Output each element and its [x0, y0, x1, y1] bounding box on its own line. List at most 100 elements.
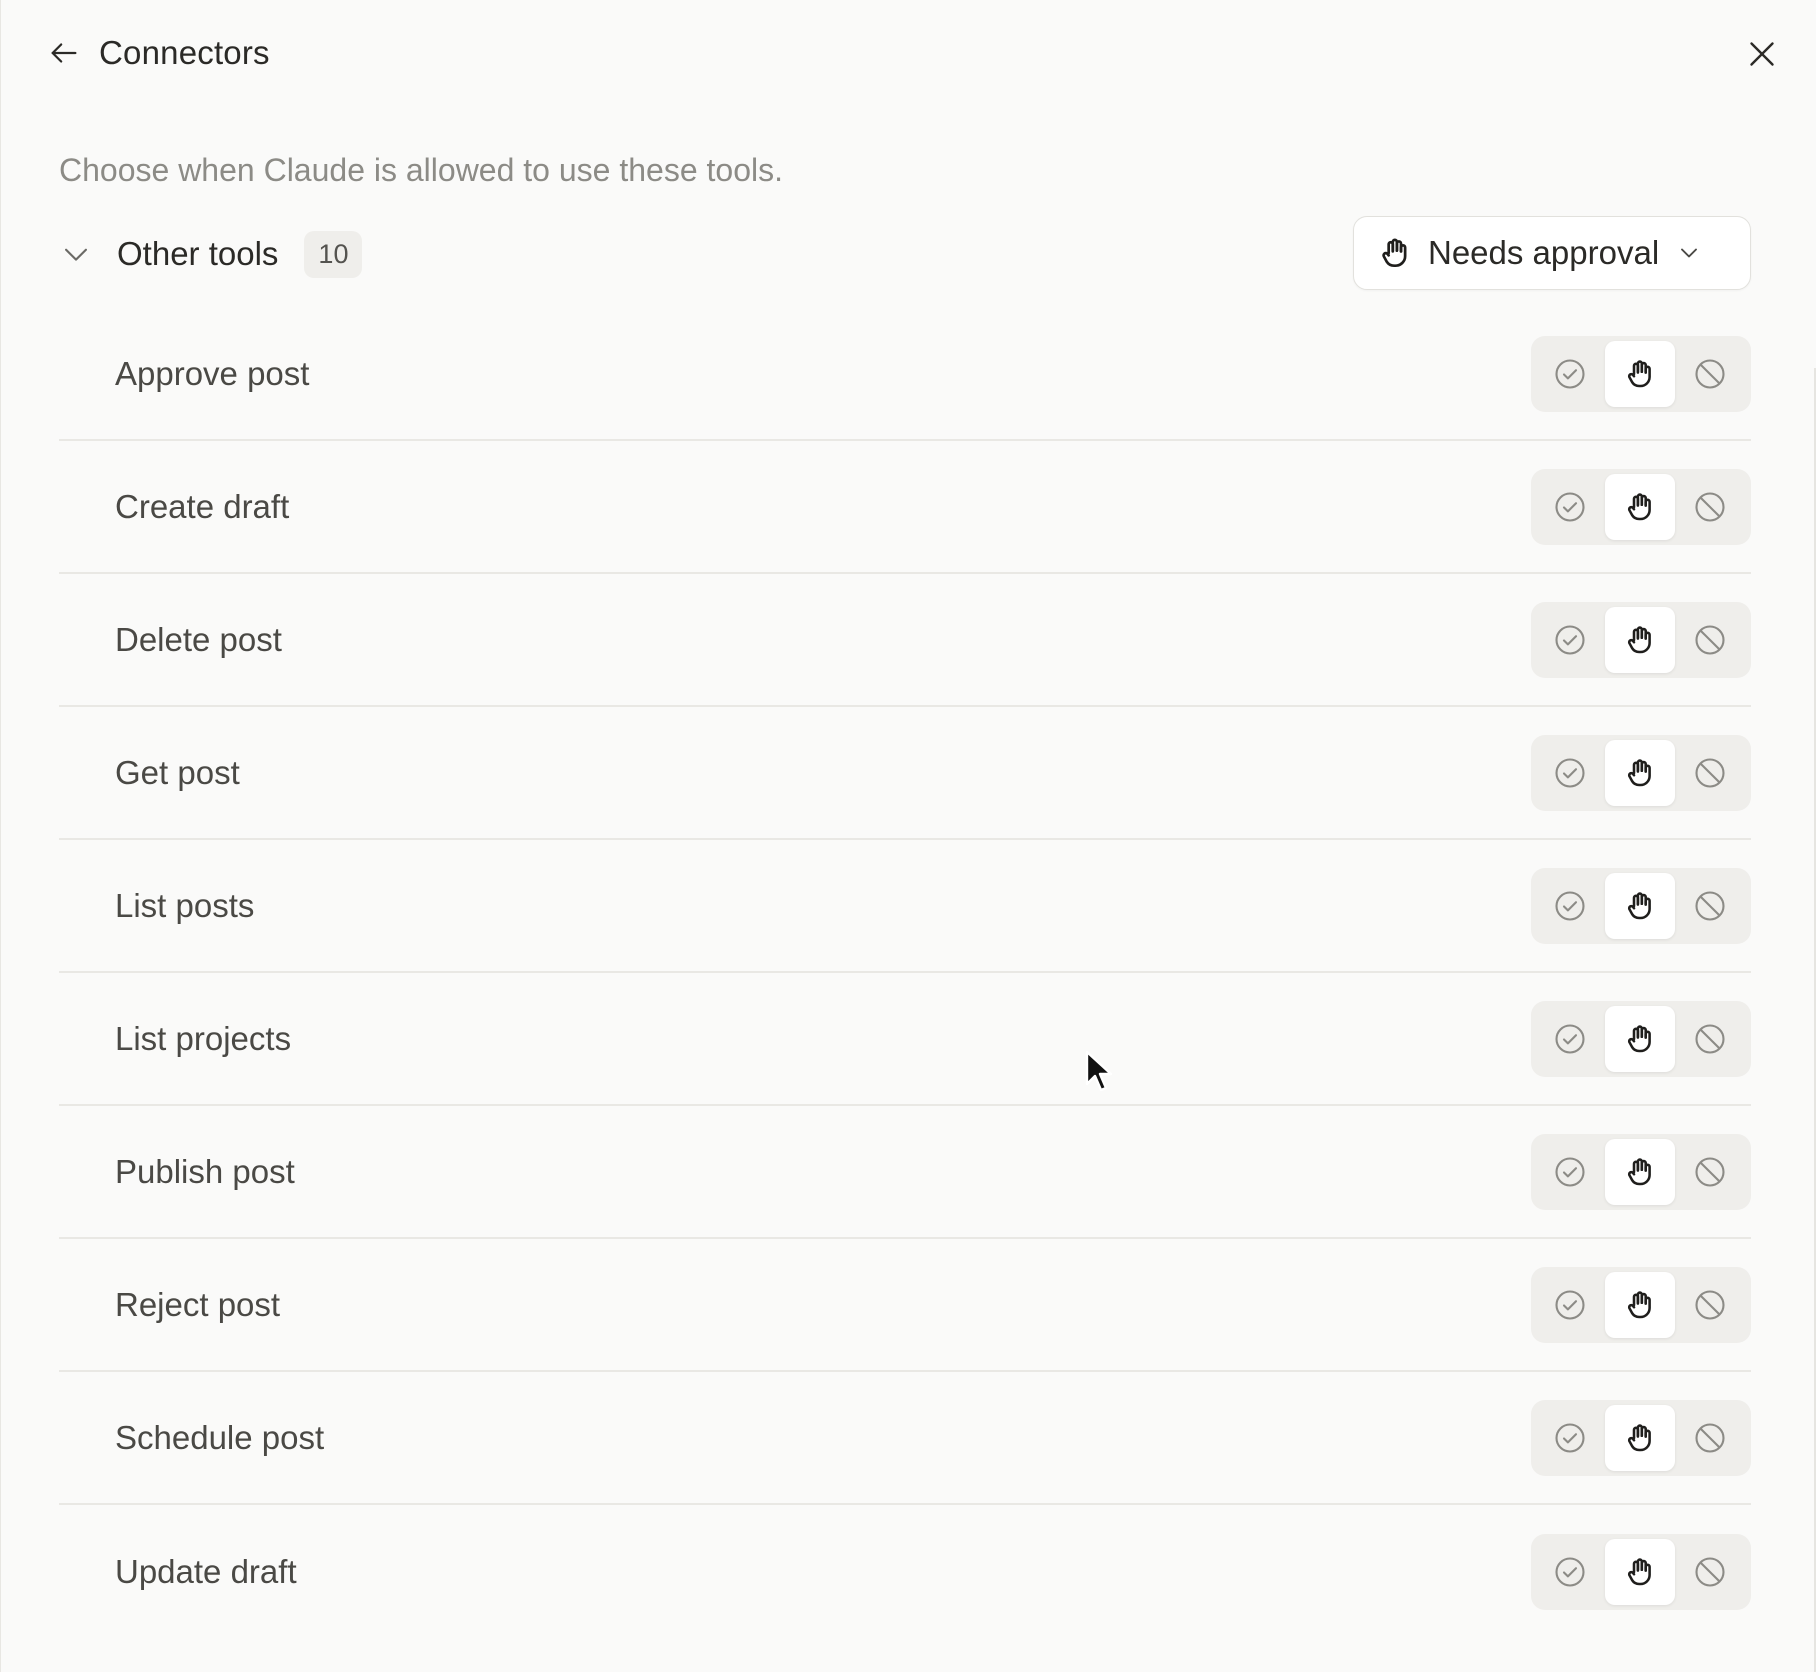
permission-needs-approval-button[interactable]: [1605, 739, 1675, 806]
block-icon: [1695, 491, 1725, 522]
permission-blocked-button[interactable]: [1675, 341, 1745, 407]
tool-row: Create draft: [59, 441, 1751, 574]
permission-always-allow-button[interactable]: [1535, 1006, 1605, 1072]
tool-row: Update draft: [59, 1505, 1751, 1638]
permission-always-allow-button[interactable]: [1535, 607, 1605, 673]
permission-always-allow-button[interactable]: [1535, 1272, 1605, 1338]
tool-row: Schedule post: [59, 1372, 1751, 1505]
group-label: Other tools: [117, 235, 279, 272]
permission-blocked-button[interactable]: [1675, 474, 1745, 540]
check-circle-icon: [1555, 1422, 1585, 1453]
tool-row: Delete post: [59, 574, 1751, 707]
tool-row: Reject post: [59, 1239, 1751, 1372]
tool-name: Update draft: [115, 1552, 297, 1590]
permission-needs-approval-button[interactable]: [1605, 1404, 1675, 1471]
check-circle-icon: [1555, 890, 1585, 921]
block-icon: [1695, 890, 1725, 921]
tool-group-header: Other tools 10 Needs approval: [59, 214, 1751, 294]
hand-icon: [1627, 1557, 1651, 1585]
arrow-left-icon: [51, 43, 77, 63]
tool-name: Get post: [115, 753, 240, 791]
close-button[interactable]: [1744, 36, 1780, 72]
permission-blocked-button[interactable]: [1675, 1006, 1745, 1072]
group-collapse-toggle[interactable]: Other tools 10: [59, 214, 363, 294]
permission-blocked-button[interactable]: [1675, 607, 1745, 673]
hand-icon: [1627, 758, 1651, 786]
block-icon: [1695, 1023, 1725, 1054]
tool-name: Publish post: [115, 1152, 295, 1190]
permission-needs-approval-button[interactable]: [1605, 473, 1675, 540]
connectors-panel: Connectors Choose when Claude is allowed…: [0, 0, 1816, 1672]
block-icon: [1695, 1422, 1725, 1453]
permission-blocked-button[interactable]: [1675, 740, 1745, 806]
panel-header: Connectors: [1, 0, 1816, 112]
permission-needs-approval-button[interactable]: [1605, 606, 1675, 673]
check-circle-icon: [1555, 757, 1585, 788]
back-button[interactable]: Connectors: [47, 34, 270, 72]
hand-icon: [1627, 1290, 1651, 1318]
check-circle-icon: [1555, 358, 1585, 389]
tool-row: Approve post: [59, 308, 1751, 441]
permission-segmented-control: [1531, 1266, 1751, 1343]
tool-row: Get post: [59, 707, 1751, 840]
permission-segmented-control: [1531, 1133, 1751, 1210]
permission-always-allow-button[interactable]: [1535, 1139, 1605, 1205]
permission-always-allow-button[interactable]: [1535, 873, 1605, 939]
permission-always-allow-button[interactable]: [1535, 1405, 1605, 1471]
permission-blocked-button[interactable]: [1675, 1405, 1745, 1471]
permission-needs-approval-button[interactable]: [1605, 1138, 1675, 1205]
tool-name: Approve post: [115, 354, 310, 392]
permission-segmented-control: [1531, 1000, 1751, 1077]
permission-blocked-button[interactable]: [1675, 1539, 1745, 1605]
block-icon: [1695, 624, 1725, 655]
permission-needs-approval-button[interactable]: [1605, 1005, 1675, 1072]
permission-blocked-button[interactable]: [1675, 1272, 1745, 1338]
tool-name: Create draft: [115, 487, 290, 525]
permission-always-allow-button[interactable]: [1535, 1539, 1605, 1605]
hand-icon: [1627, 492, 1651, 520]
tool-list: Approve post Create draft Delete post Get p…: [59, 308, 1751, 1638]
check-circle-icon: [1555, 1023, 1585, 1054]
permission-needs-approval-button[interactable]: [1605, 1271, 1675, 1338]
close-icon: [1750, 42, 1774, 66]
tool-name: Schedule post: [115, 1418, 325, 1456]
tool-row: List posts: [59, 840, 1751, 973]
hand-icon: [1627, 891, 1651, 919]
hand-icon: [1627, 1157, 1651, 1185]
check-circle-icon: [1555, 1156, 1585, 1187]
description-text: Choose when Claude is allowed to use the…: [59, 152, 783, 188]
permission-needs-approval-button[interactable]: [1605, 1538, 1675, 1605]
check-circle-icon: [1555, 491, 1585, 522]
permission-segmented-control: [1531, 468, 1751, 545]
chevron-down-icon: [1681, 248, 1698, 258]
permission-segmented-control: [1531, 734, 1751, 811]
block-icon: [1695, 1556, 1725, 1587]
permission-needs-approval-button[interactable]: [1605, 340, 1675, 407]
mouse-cursor-icon: [1085, 1050, 1113, 1092]
chevron-down-icon: [65, 248, 87, 261]
permission-segmented-control: [1531, 335, 1751, 412]
dropdown-selected-value: Needs approval: [1428, 234, 1660, 271]
permission-always-allow-button[interactable]: [1535, 740, 1605, 806]
hand-icon: [1627, 1024, 1651, 1052]
permission-always-allow-button[interactable]: [1535, 474, 1605, 540]
tool-name: Reject post: [115, 1285, 281, 1323]
tool-row: Publish post: [59, 1106, 1751, 1239]
check-circle-icon: [1555, 1556, 1585, 1587]
hand-icon: [1382, 238, 1407, 268]
tool-name: Delete post: [115, 620, 282, 658]
tool-row: List projects: [59, 973, 1751, 1106]
page-title: Connectors: [99, 34, 270, 71]
permission-blocked-button[interactable]: [1675, 1139, 1745, 1205]
block-icon: [1695, 1289, 1725, 1320]
count-badge: 10: [304, 230, 363, 278]
group-permission-dropdown[interactable]: Needs approval: [1353, 216, 1751, 290]
permission-always-allow-button[interactable]: [1535, 341, 1605, 407]
permission-segmented-control: [1531, 867, 1751, 944]
hand-icon: [1627, 1423, 1651, 1451]
permission-blocked-button[interactable]: [1675, 873, 1745, 939]
permission-segmented-control: [1531, 1533, 1751, 1610]
block-icon: [1695, 1156, 1725, 1187]
permission-needs-approval-button[interactable]: [1605, 872, 1675, 939]
permission-segmented-control: [1531, 1399, 1751, 1476]
